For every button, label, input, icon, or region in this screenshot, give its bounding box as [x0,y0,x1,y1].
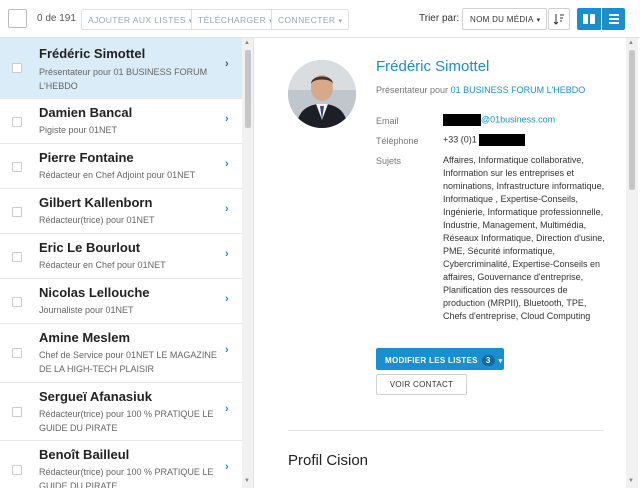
email-domain: @01business.com [481,114,556,125]
list-item[interactable]: Benoît Bailleul Rédacteur(trice) pour 10… [0,441,242,488]
sort-order-icon [553,14,564,25]
lists-count-badge: 3 [481,355,495,366]
connect-button[interactable]: CONNECTER ▾ [271,9,350,30]
contact-description: Chef de Service pour 01NET LE MAGAZINE D… [39,350,217,374]
contact-name: Gilbert Kallenborn [39,195,153,210]
section-title: Profil Cision [288,452,369,469]
divider [288,430,604,431]
chevron-right-icon: › [225,58,229,70]
add-to-lists-button[interactable]: AJOUTER AUX LISTES▾ [81,9,200,30]
row-checkbox[interactable] [12,348,22,358]
detail-name: Frédéric Simottel [376,58,490,75]
row-checkbox[interactable] [12,63,22,73]
email-value[interactable]: @01business.com [443,114,555,126]
organization-link[interactable]: 01 BUSINESS FORUM L'HEBDO [451,85,586,95]
redacted-block [479,134,526,146]
chevron-down-icon: ▾ [498,358,503,365]
list-item[interactable]: Eric Le Bourlout Rédacteur en Chef pour … [0,234,242,279]
chevron-right-icon: › [225,203,229,215]
scroll-up-icon[interactable]: ▲ [244,40,250,46]
row-checkbox[interactable] [12,297,22,307]
selection-count: 0 de 191 [37,13,76,24]
contact-description: Journaliste pour 01NET [39,305,134,315]
connect-label: CONNECTER [278,15,336,25]
contact-description: Rédacteur en Chef Adjoint pour 01NET [39,170,196,180]
detail-scrollbar[interactable]: ▲ ▼ [626,38,638,488]
email-label: Email [376,116,399,126]
contact-description: Rédacteur(trice) pour 100 % PRATIQUE LE … [39,467,214,488]
contact-name: Frédéric Simottel [39,46,146,61]
contact-name: Sergueï Afanasiuk [39,389,152,404]
contact-list: Frédéric Simottel Présentateur pour 01 B… [0,38,254,488]
subjects-list: Affaires, Informatique collaborative, In… [443,155,605,321]
list-view-button[interactable] [601,8,625,30]
scrollbar-thumb[interactable] [245,50,251,128]
scroll-up-icon[interactable]: ▲ [628,40,634,46]
chevron-right-icon: › [225,461,229,473]
contact-name: Benoît Bailleul [39,447,130,462]
row-checkbox[interactable] [12,117,22,127]
list-item[interactable]: Frédéric Simottel Présentateur pour 01 B… [0,38,242,99]
contact-description: Rédacteur en Chef pour 01NET [39,260,166,270]
contact-name: Nicolas Lellouche [39,285,150,300]
phone-value[interactable]: +33 (0)1 [443,134,526,146]
row-checkbox[interactable] [12,252,22,262]
sort-dropdown[interactable]: NOM DU MÉDIA ▾ [462,8,547,30]
subjects-label: Sujets [376,156,402,166]
row-checkbox[interactable] [12,407,22,417]
contact-name: Amine Meslem [39,330,131,345]
chevron-right-icon: › [225,158,229,170]
role-prefix: Présentateur pour [376,85,449,95]
contact-name: Pierre Fontaine [39,150,134,165]
select-all-checkbox[interactable] [8,9,27,28]
grid-view-button[interactable] [577,8,601,30]
row-checkbox[interactable] [12,207,22,217]
list-item[interactable]: Pierre Fontaine Rédacteur en Chef Adjoin… [0,144,242,189]
download-label: TÉLÉCHARGER [198,15,267,25]
sort-label: Trier par: [419,13,460,24]
redacted-block [443,114,481,126]
toolbar: 0 de 191 AJOUTER AUX LISTES▾ TÉLÉCHARGER… [0,0,640,38]
list-item[interactable]: Nicolas Lellouche Journaliste pour 01NET… [0,279,242,324]
chevron-right-icon: › [225,113,229,125]
row-checkbox[interactable] [12,465,22,475]
phone-label: Téléphone [376,136,419,146]
portrait-image [288,60,356,128]
chevron-right-icon: › [225,293,229,305]
chevron-right-icon: › [225,344,229,356]
scroll-down-icon[interactable]: ▼ [628,478,634,484]
scroll-down-icon[interactable]: ▼ [244,478,250,484]
contact-description: Rédacteur(trice) pour 01NET [39,215,155,225]
add-to-lists-label: AJOUTER AUX LISTES [88,15,186,25]
download-button[interactable]: TÉLÉCHARGER▾ [191,9,281,30]
phone-prefix: +33 (0)1 [443,134,477,145]
view-contact-button[interactable]: VOIR CONTACT [376,374,467,395]
chevron-right-icon: › [225,403,229,415]
caret-down-icon: ▾ [536,17,541,24]
list-scrollbar[interactable]: ▲ ▼ [242,38,253,488]
row-checkbox[interactable] [12,162,22,172]
chevron-right-icon: › [225,248,229,260]
contact-name: Damien Bancal [39,105,133,120]
list-item[interactable]: Sergueï Afanasiuk Rédacteur(trice) pour … [0,383,242,441]
contact-name: Eric Le Bourlout [39,240,141,255]
detail-role: Présentateur pour 01 BUSINESS FORUM L'HE… [376,85,585,95]
sort-value: NOM DU MÉDIA [470,15,534,24]
list-item[interactable]: Damien Bancal Pigiste pour 01NET › [0,99,242,144]
list-item[interactable]: Gilbert Kallenborn Rédacteur(trice) pour… [0,189,242,234]
contact-description: Présentateur pour 01 BUSINESS FORUM L'HE… [39,67,208,91]
scrollbar-thumb[interactable] [629,50,635,190]
contact-detail-panel: Frédéric Simottel Présentateur pour 01 B… [254,38,640,488]
contact-description: Rédacteur(trice) pour 100 % PRATIQUE LE … [39,409,214,433]
contact-description: Pigiste pour 01NET [39,125,118,135]
modify-lists-label: MODIFIER LES LISTES [385,356,478,365]
chevron-down-icon: ▾ [338,18,343,25]
avatar [288,60,356,128]
list-item[interactable]: Amine Meslem Chef de Service pour 01NET … [0,324,242,383]
modify-lists-button[interactable]: MODIFIER LES LISTES 3 ▾ [376,348,504,370]
sort-direction-button[interactable] [548,8,570,30]
